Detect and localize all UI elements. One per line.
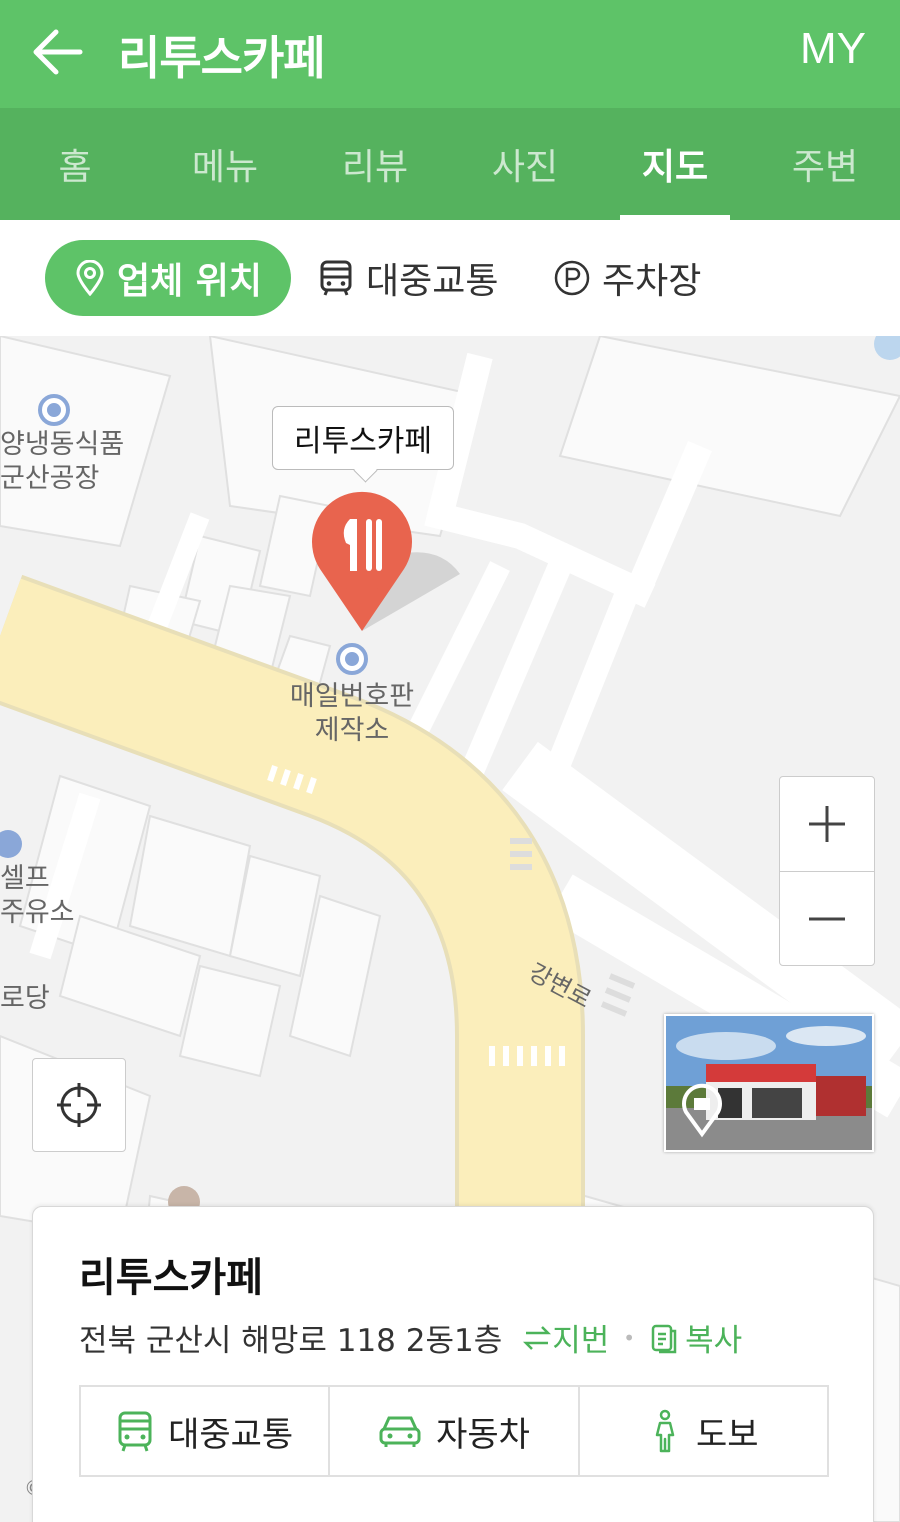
poi-label-line: 제작소 [314,715,390,746]
crosshair-icon [57,1083,101,1127]
copy-link[interactable]: 복사 [649,1315,742,1360]
tab-review[interactable]: 리뷰 [300,108,450,220]
jibun-link[interactable]: 지번 [522,1315,609,1360]
car-icon [378,1413,422,1449]
plus-icon [809,806,845,842]
route-transit-button[interactable]: 대중교통 [81,1387,328,1475]
page-title: 리투스카페 [118,31,326,85]
bus-icon [116,1409,154,1453]
parking-chip[interactable]: 주차장 [554,240,701,316]
tab-nearby[interactable]: 주변 [750,108,900,220]
route-transit-label: 대중교통 [168,1414,294,1455]
route-buttons: 대중교통 자동차 도보 [79,1385,829,1477]
location-chip-label: 업체 위치 [117,261,263,302]
poi-label: 양냉동식품 군산공장 [0,428,124,496]
address-text: 전북 군산시 해망로 118 2동1층 [79,1323,503,1359]
transit-chip[interactable]: 대중교통 [318,240,498,316]
tab-home[interactable]: 홈 [0,108,150,220]
back-button[interactable] [30,24,90,80]
restaurant-pin-icon[interactable] [310,491,414,633]
parking-icon [554,260,590,296]
route-walk-label: 도보 [696,1414,759,1455]
place-info-card: 리투스카페 전북 군산시 해망로 118 2동1층 지번 • 복사 대중교통 자… [32,1206,874,1522]
tab-map[interactable]: 지도 [600,108,750,220]
poi-label-line: 주유소 [0,897,75,928]
tab-menu[interactable]: 메뉴 [150,108,300,220]
route-car-label: 자동차 [436,1414,530,1455]
tab-photo[interactable]: 사진 [450,108,600,220]
tab-bar: 홈 메뉴 리뷰 사진 지도 주변 [0,108,900,220]
my-button[interactable]: MY [800,24,866,74]
place-name: 리투스카페 [79,1255,263,1301]
swap-icon [523,1325,552,1350]
copy-label: 복사 [685,1323,743,1359]
separator-dot: • [623,1325,636,1350]
poi-label-line: 군산공장 [0,463,100,494]
zoom-in-button[interactable] [780,777,874,871]
transit-chip-label: 대중교통 [366,261,499,302]
zoom-control [779,776,875,966]
jibun-label: 지번 [552,1323,610,1359]
address-row: 전북 군산시 해망로 118 2동1층 지번 • 복사 [79,1315,742,1360]
zoom-out-button[interactable] [780,871,874,965]
place-callout[interactable]: 리투스카페 [272,406,454,470]
route-walk-button[interactable]: 도보 [577,1387,827,1475]
poi-label: 로당 [0,983,50,1014]
location-pin-icon [75,260,105,296]
arrow-left-icon [33,29,83,75]
bus-icon [318,259,354,297]
location-chip[interactable]: 업체 위치 [45,240,291,316]
walk-icon [648,1409,682,1453]
street-view-image [666,1016,872,1150]
poi-label-line: 양냉동식품 [0,429,125,460]
street-view-thumbnail[interactable] [664,1014,874,1152]
app-header: 리투스카페 MY [0,0,900,108]
poi-label: 매일번호판 제작소 [282,680,422,748]
poi-label-line: 매일번호판 [289,681,415,712]
poi-label-line: 셀프 [0,863,50,894]
parking-chip-label: 주차장 [602,261,702,302]
current-location-button[interactable] [32,1058,126,1152]
poi-label: 셀프 주유소 [0,862,75,930]
route-car-button[interactable]: 자동차 [328,1387,577,1475]
copy-icon [651,1324,677,1353]
map-mode-bar: 업체 위치 대중교통 주차장 [0,220,900,336]
minus-icon [809,917,845,920]
